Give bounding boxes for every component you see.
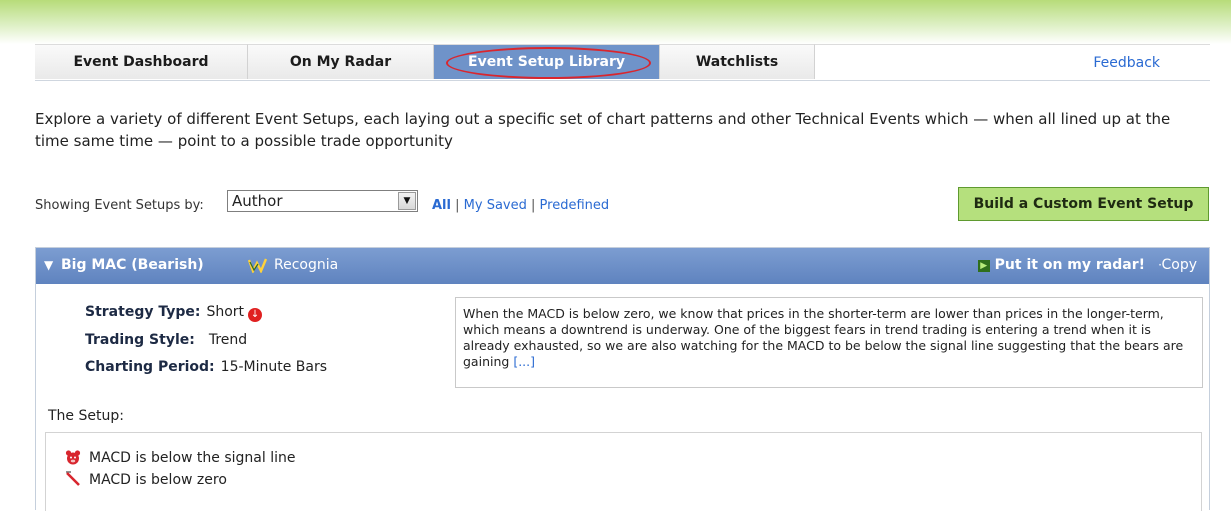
setup-source: Recognia: [274, 257, 339, 273]
read-more-link[interactable]: [...]: [513, 354, 535, 369]
condition-text: MACD is below zero: [89, 472, 227, 488]
tab-bar-filler: Feedback: [815, 44, 1210, 79]
filter-links: All | My Saved | Predefined: [432, 198, 609, 213]
bear-icon: [65, 450, 81, 465]
tab-on-my-radar[interactable]: On My Radar: [248, 44, 434, 79]
setup-description: When the MACD is below zero, we know tha…: [455, 297, 1203, 388]
tab-label: Watchlists: [695, 54, 779, 70]
condition-text: MACD is below the signal line: [89, 450, 296, 466]
collapse-triangle-icon[interactable]: ▼: [44, 258, 53, 272]
play-icon: ▶: [977, 260, 990, 272]
charting-period-key: Charting Period:: [85, 359, 215, 375]
tab-event-setup-library[interactable]: Event Setup Library: [434, 44, 660, 79]
strategy-type-key: Strategy Type:: [85, 304, 201, 320]
intro-text: Explore a variety of different Event Set…: [35, 110, 1171, 150]
radar-label: Put it on my radar!: [994, 257, 1145, 273]
event-setup-card: ▼ Big MAC (Bearish) Recognia ▶ Put it on …: [35, 247, 1210, 511]
strategy-type-row: Strategy Type: Short ↓: [85, 304, 263, 322]
filter-bar: Showing Event Setups by: Author ▼ All | …: [35, 187, 1210, 221]
filter-separator: |: [455, 198, 460, 213]
tab-label: On My Radar: [289, 54, 392, 70]
tab-label: Event Setup Library: [468, 54, 625, 70]
setup-section-label: The Setup:: [48, 408, 124, 424]
tab-watchlists[interactable]: Watchlists: [660, 44, 815, 79]
charting-period-row: Charting Period: 15-Minute Bars: [85, 359, 327, 375]
select-value: Author: [232, 192, 283, 210]
top-banner: [0, 0, 1231, 44]
author-select[interactable]: Author ▼: [227, 190, 418, 212]
tab-label: Event Dashboard: [73, 54, 209, 70]
setup-conditions-box: MACD is below the signal line MACD is be…: [45, 432, 1202, 511]
condition-item: MACD is below zero: [65, 471, 227, 488]
feedback-link[interactable]: Feedback: [1093, 55, 1160, 71]
tab-event-dashboard[interactable]: Event Dashboard: [35, 44, 248, 79]
trading-style-value: Trend: [208, 332, 248, 348]
filter-separator: |: [531, 198, 536, 213]
setup-title[interactable]: Big MAC (Bearish): [61, 257, 204, 273]
strategy-type-value: Short: [206, 304, 245, 320]
filter-my-saved-link[interactable]: My Saved: [464, 198, 527, 213]
down-arrow-icon: ↓: [248, 308, 263, 322]
filter-all-link[interactable]: All: [432, 198, 451, 213]
build-custom-setup-button[interactable]: Build a Custom Event Setup: [958, 187, 1209, 221]
below-zero-icon: [66, 471, 80, 486]
trading-style-row: Trading Style: Trend: [85, 332, 247, 348]
trading-style-key: Trading Style:: [85, 332, 195, 348]
filter-label: Showing Event Setups by:: [35, 198, 204, 213]
condition-item: MACD is below the signal line: [65, 449, 295, 466]
dropdown-arrow-icon[interactable]: ▼: [398, 192, 416, 210]
put-on-radar-button[interactable]: ▶ Put it on my radar!: [977, 257, 1145, 273]
description-text: When the MACD is below zero, we know tha…: [463, 306, 1184, 369]
charting-period-value: 15-Minute Bars: [220, 359, 328, 375]
setup-header: ▼ Big MAC (Bearish) Recognia ▶ Put it on …: [36, 248, 1209, 284]
main-tabs: Event Dashboard On My Radar Event Setup …: [35, 44, 1210, 81]
recognia-logo-icon: [248, 258, 268, 273]
filter-predefined-link[interactable]: Predefined: [540, 198, 610, 213]
copy-link[interactable]: Copy: [1161, 257, 1197, 273]
